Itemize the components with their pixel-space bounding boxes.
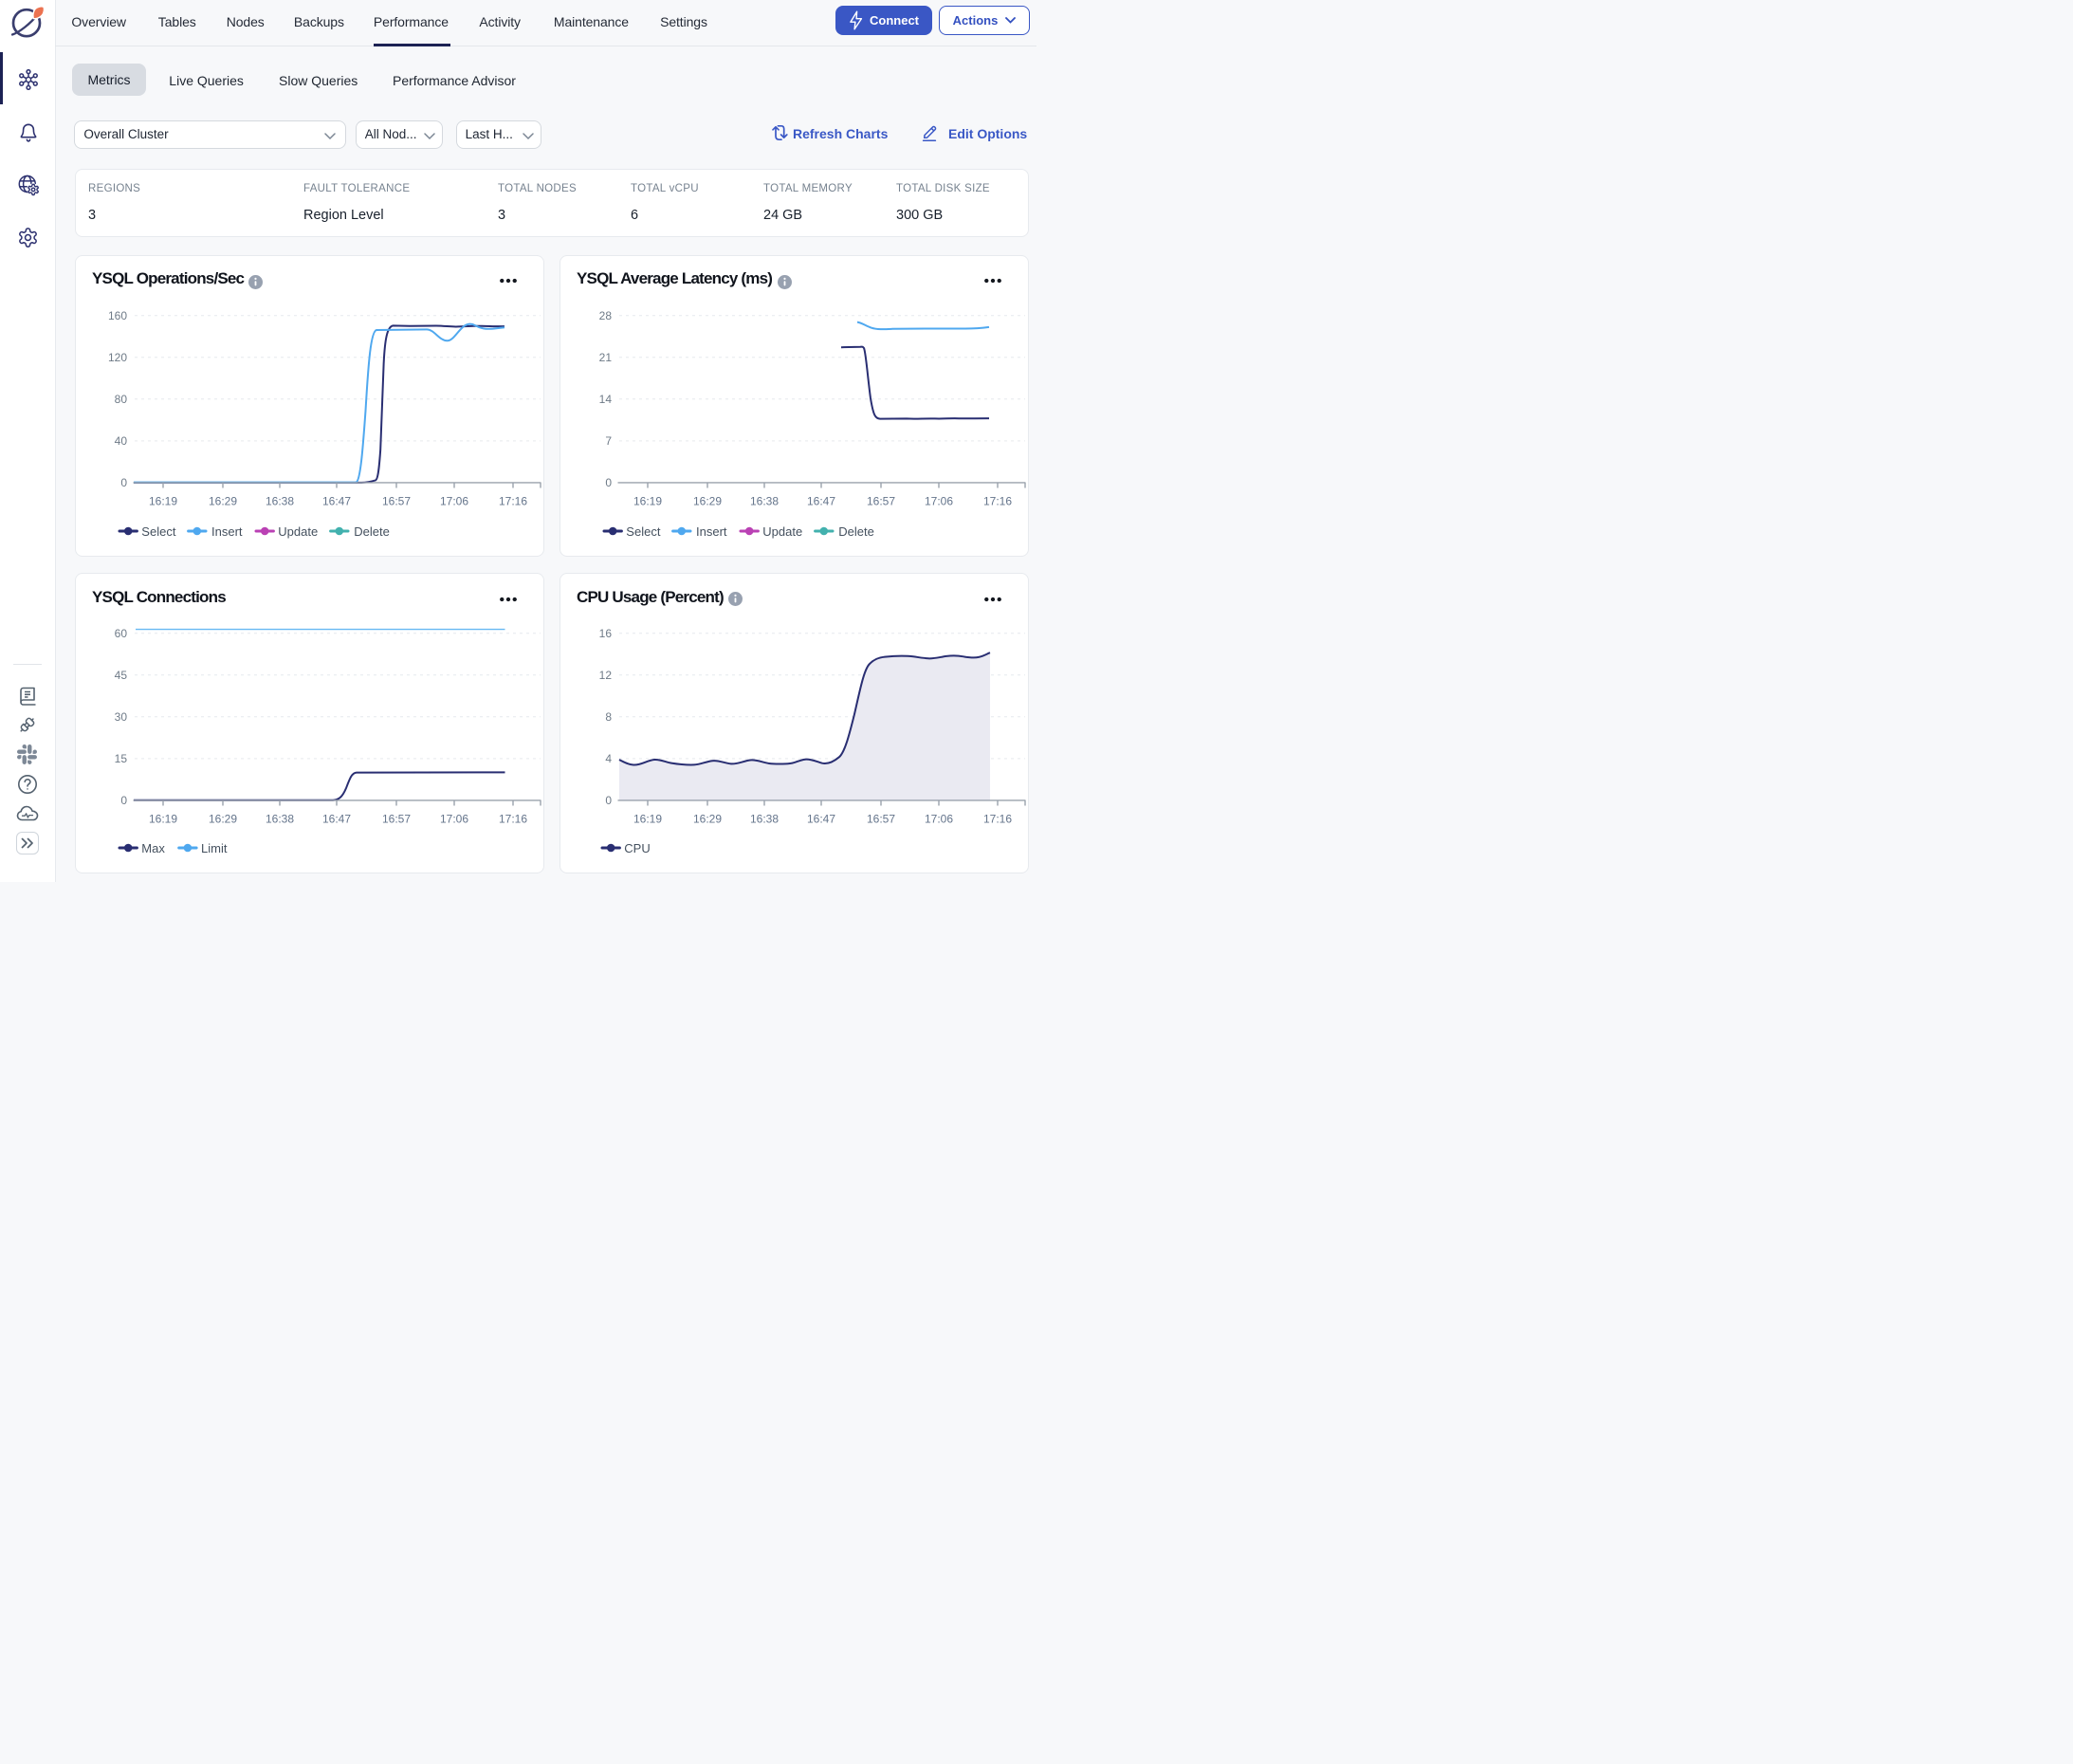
svg-text:Update: Update	[762, 524, 802, 539]
svg-text:17:16: 17:16	[983, 494, 1012, 507]
svg-text:28: 28	[599, 309, 613, 322]
svg-text:0: 0	[120, 794, 127, 807]
svg-text:17:16: 17:16	[499, 494, 527, 507]
svg-text:16:29: 16:29	[693, 494, 722, 507]
svg-text:16:19: 16:19	[149, 813, 177, 826]
svg-text:12: 12	[599, 669, 613, 682]
svg-text:17:06: 17:06	[925, 494, 953, 507]
svg-text:17:06: 17:06	[925, 813, 953, 826]
svg-text:160: 160	[108, 309, 127, 322]
svg-text:17:16: 17:16	[499, 813, 527, 826]
svg-text:8: 8	[605, 710, 612, 724]
svg-text:16:38: 16:38	[750, 813, 779, 826]
svg-text:16:57: 16:57	[382, 813, 411, 826]
svg-text:16:29: 16:29	[693, 813, 722, 826]
svg-text:0: 0	[605, 794, 612, 807]
svg-text:0: 0	[120, 476, 127, 489]
svg-text:Insert: Insert	[211, 524, 243, 539]
svg-text:7: 7	[605, 434, 612, 448]
svg-text:0: 0	[605, 476, 612, 489]
svg-text:16:57: 16:57	[867, 494, 895, 507]
svg-text:30: 30	[115, 710, 128, 724]
svg-text:16:29: 16:29	[209, 813, 237, 826]
svg-text:Insert: Insert	[696, 524, 727, 539]
svg-text:CPU: CPU	[624, 841, 650, 855]
svg-text:16:38: 16:38	[750, 494, 779, 507]
svg-text:120: 120	[108, 351, 127, 364]
svg-text:16:57: 16:57	[867, 813, 895, 826]
svg-text:16:57: 16:57	[382, 494, 411, 507]
svg-text:Select: Select	[626, 524, 661, 539]
svg-text:17:06: 17:06	[440, 494, 468, 507]
svg-text:16:19: 16:19	[633, 494, 662, 507]
svg-text:Select: Select	[141, 524, 176, 539]
svg-text:16:47: 16:47	[807, 494, 835, 507]
svg-text:Delete: Delete	[838, 524, 874, 539]
svg-text:80: 80	[115, 393, 128, 406]
svg-text:16: 16	[599, 627, 613, 640]
svg-text:14: 14	[599, 393, 613, 406]
svg-text:45: 45	[115, 669, 128, 682]
svg-text:4: 4	[605, 752, 612, 765]
svg-text:15: 15	[115, 752, 128, 765]
svg-text:16:38: 16:38	[266, 494, 294, 507]
svg-text:16:47: 16:47	[807, 813, 835, 826]
svg-text:60: 60	[115, 627, 128, 640]
svg-text:16:38: 16:38	[266, 813, 294, 826]
svg-text:Update: Update	[278, 524, 318, 539]
svg-text:Limit: Limit	[201, 841, 228, 855]
svg-text:17:06: 17:06	[440, 813, 468, 826]
svg-text:16:47: 16:47	[322, 494, 351, 507]
svg-text:16:29: 16:29	[209, 494, 237, 507]
svg-text:16:19: 16:19	[149, 494, 177, 507]
svg-text:21: 21	[599, 351, 613, 364]
svg-text:16:19: 16:19	[633, 813, 662, 826]
svg-text:Delete: Delete	[354, 524, 390, 539]
svg-text:17:16: 17:16	[983, 813, 1012, 826]
svg-text:Max: Max	[141, 841, 165, 855]
svg-text:16:47: 16:47	[322, 813, 351, 826]
svg-text:40: 40	[115, 434, 128, 448]
